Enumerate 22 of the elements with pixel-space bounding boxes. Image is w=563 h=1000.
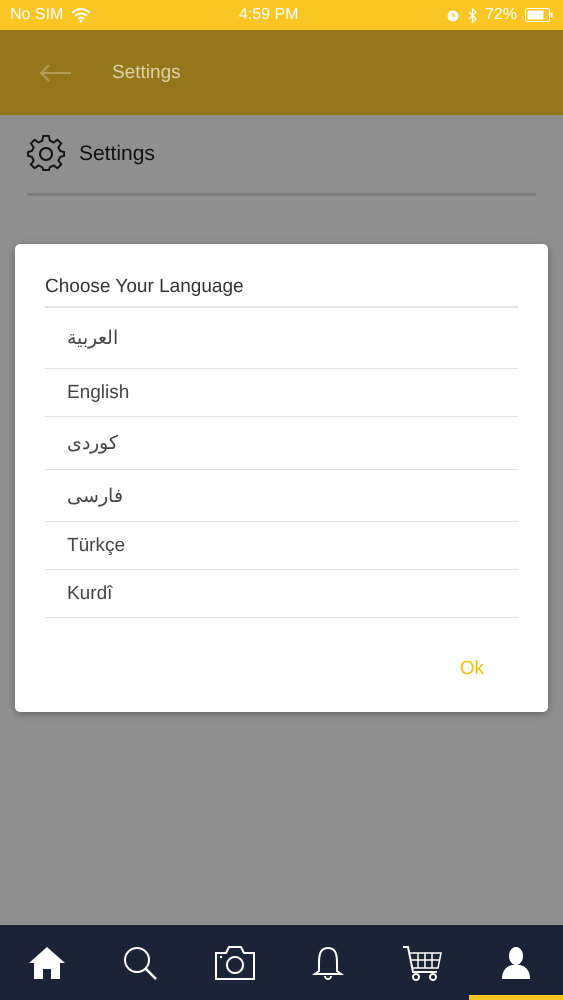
home-icon — [26, 944, 67, 980]
bluetooth-icon — [468, 8, 477, 22]
language-option[interactable]: English — [45, 369, 518, 417]
wifi-icon — [71, 8, 92, 22]
bell-icon — [312, 944, 344, 980]
battery-percent: 72% — [484, 6, 517, 24]
language-option[interactable]: Kurdî — [45, 570, 518, 618]
cart-icon — [401, 944, 444, 982]
battery-icon — [525, 8, 553, 22]
dialog-title: Choose Your Language — [45, 244, 518, 308]
header-title: Settings — [112, 62, 181, 84]
clock: 4:59 PM — [238, 6, 298, 24]
language-option[interactable]: Türkçe — [45, 522, 518, 570]
carrier-label: No SIM — [10, 6, 64, 24]
camera-icon — [212, 944, 257, 980]
alarm-icon — [446, 8, 460, 22]
user-icon — [500, 944, 532, 980]
section-title: Settings — [79, 142, 155, 166]
language-option[interactable]: کوردی — [45, 417, 518, 470]
language-option[interactable]: العربية — [45, 308, 518, 369]
language-option[interactable]: فارسی — [45, 470, 518, 522]
gear-icon — [27, 135, 65, 173]
